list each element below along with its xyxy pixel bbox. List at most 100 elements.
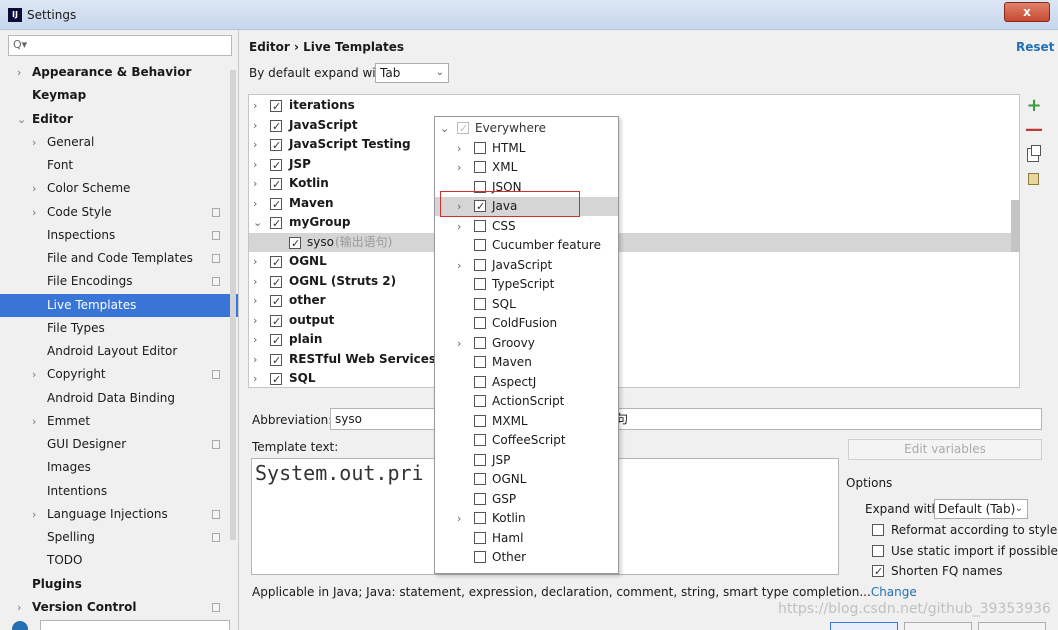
cancel-button[interactable] bbox=[904, 622, 972, 630]
context-option[interactable]: CoffeeScript bbox=[435, 431, 618, 450]
context-option[interactable]: GSP bbox=[435, 490, 618, 509]
template-checkbox[interactable] bbox=[270, 136, 282, 155]
template-checkbox[interactable] bbox=[270, 195, 282, 214]
expand-toggle-icon[interactable]: › bbox=[253, 350, 257, 369]
context-checkbox[interactable] bbox=[474, 531, 486, 544]
help-icon[interactable] bbox=[12, 621, 28, 630]
tree-row[interactable]: › SQL bbox=[249, 369, 1019, 389]
context-option[interactable]: MXML bbox=[435, 412, 618, 431]
tree-row[interactable]: ⌄ myGroup bbox=[249, 213, 1019, 233]
expand-toggle-icon[interactable]: ⌄ bbox=[253, 213, 262, 232]
context-checkbox[interactable] bbox=[474, 239, 486, 251]
template-checkbox[interactable] bbox=[270, 292, 282, 311]
template-checkbox[interactable] bbox=[270, 117, 282, 136]
context-checkbox[interactable] bbox=[474, 551, 486, 563]
template-checkbox[interactable] bbox=[270, 370, 282, 389]
remove-icon[interactable]: — bbox=[1024, 120, 1044, 140]
expand-toggle-icon[interactable]: › bbox=[457, 334, 461, 353]
expand-toggle-icon[interactable]: › bbox=[253, 96, 257, 115]
context-checkbox[interactable] bbox=[474, 414, 486, 427]
sidebar-item[interactable]: File and Code Templates bbox=[0, 247, 238, 270]
sidebar-item[interactable]: Intentions bbox=[0, 480, 238, 503]
change-context-link[interactable]: Change bbox=[871, 585, 917, 599]
context-checkbox[interactable] bbox=[474, 453, 486, 466]
expand-toggle-icon[interactable]: › bbox=[457, 256, 461, 275]
sidebar-item[interactable]: Live Templates bbox=[0, 293, 238, 317]
apply-button[interactable] bbox=[978, 622, 1046, 630]
context-checkbox[interactable] bbox=[474, 473, 486, 485]
context-option[interactable]: Cucumber feature bbox=[435, 236, 618, 255]
sidebar-scrollbar[interactable] bbox=[230, 70, 236, 540]
context-checkbox[interactable] bbox=[474, 336, 486, 349]
ok-button[interactable] bbox=[830, 622, 898, 630]
add-icon[interactable]: + bbox=[1024, 96, 1044, 116]
edit-icon[interactable] bbox=[1028, 173, 1039, 185]
sidebar-item[interactable]: Inspections bbox=[0, 224, 238, 247]
context-option[interactable]: › Groovy bbox=[435, 334, 618, 353]
template-checkbox[interactable] bbox=[270, 312, 282, 331]
context-option[interactable]: › CSS bbox=[435, 217, 618, 236]
template-checkbox[interactable] bbox=[270, 253, 282, 272]
context-option[interactable]: Maven bbox=[435, 353, 618, 372]
copy-icon[interactable] bbox=[1027, 145, 1041, 162]
context-option[interactable]: › HTML bbox=[435, 139, 618, 158]
expand-toggle-icon[interactable]: › bbox=[253, 155, 257, 174]
options-expand-select[interactable]: Default (Tab) ⌄ bbox=[934, 499, 1028, 519]
expand-toggle-icon[interactable]: › bbox=[253, 194, 257, 213]
edit-variables-button[interactable]: Edit variables bbox=[848, 439, 1042, 460]
context-option[interactable]: ⌄ Everywhere bbox=[435, 119, 618, 138]
settings-search-input[interactable]: Q▾ bbox=[8, 35, 232, 56]
expand-toggle-icon[interactable]: › bbox=[253, 116, 257, 135]
tree-row[interactable]: › JavaScript bbox=[249, 116, 1019, 136]
sidebar-item[interactable]: › General bbox=[0, 131, 238, 154]
context-option[interactable]: ActionScript bbox=[435, 392, 618, 411]
expand-toggle-icon[interactable]: › bbox=[253, 369, 257, 388]
context-checkbox[interactable] bbox=[474, 356, 486, 368]
context-checkbox[interactable] bbox=[474, 278, 486, 290]
sidebar-item[interactable]: › Code Style bbox=[0, 201, 238, 224]
expand-with-select[interactable]: Tab ⌄ bbox=[375, 63, 449, 83]
template-checkbox[interactable] bbox=[270, 156, 282, 175]
tree-row[interactable]: › iterations bbox=[249, 96, 1019, 116]
tree-row[interactable]: › Kotlin bbox=[249, 174, 1019, 194]
context-checkbox[interactable] bbox=[474, 219, 486, 232]
option-checkbox[interactable] bbox=[872, 562, 884, 582]
sidebar-item[interactable]: Images bbox=[0, 456, 238, 479]
tree-row[interactable]: › plain bbox=[249, 330, 1019, 350]
tree-row[interactable]: › other bbox=[249, 291, 1019, 311]
expand-toggle-icon[interactable]: › bbox=[253, 330, 257, 349]
template-checkbox[interactable] bbox=[270, 175, 282, 194]
sidebar-item[interactable]: Android Layout Editor bbox=[0, 340, 238, 363]
template-checkbox[interactable] bbox=[270, 214, 282, 233]
context-option[interactable]: › JavaScript bbox=[435, 256, 618, 275]
sidebar-item[interactable]: GUI Designer bbox=[0, 433, 238, 456]
expand-toggle-icon[interactable]: › bbox=[457, 509, 461, 528]
context-checkbox[interactable] bbox=[474, 317, 486, 329]
tree-row[interactable]: › JavaScript Testing bbox=[249, 135, 1019, 155]
context-option[interactable]: JSP bbox=[435, 451, 618, 470]
close-button[interactable]: x bbox=[1004, 2, 1050, 22]
tree-row[interactable]: › output bbox=[249, 311, 1019, 331]
context-checkbox[interactable] bbox=[474, 492, 486, 505]
context-option[interactable]: AspectJ bbox=[435, 373, 618, 392]
context-checkbox[interactable] bbox=[474, 395, 486, 407]
sidebar-item[interactable]: Plugins bbox=[0, 573, 238, 596]
sidebar-item[interactable]: Keymap bbox=[0, 84, 238, 107]
expand-toggle-icon[interactable]: › bbox=[457, 139, 461, 158]
context-checkbox[interactable] bbox=[457, 119, 469, 138]
context-checkbox[interactable] bbox=[474, 375, 486, 388]
sidebar-item[interactable]: › Language Injections bbox=[0, 503, 238, 526]
tree-row[interactable]: › RESTful Web Services bbox=[249, 350, 1019, 370]
tree-row[interactable]: › JSP bbox=[249, 155, 1019, 175]
tree-row[interactable]: › OGNL (Struts 2) bbox=[249, 272, 1019, 292]
context-option[interactable]: › XML bbox=[435, 158, 618, 177]
expand-toggle-icon[interactable]: › bbox=[253, 272, 257, 291]
expand-toggle-icon[interactable]: › bbox=[253, 252, 257, 271]
sidebar-item[interactable]: File Encodings bbox=[0, 270, 238, 293]
tree-row[interactable]: syso(输出语句) bbox=[249, 232, 1019, 253]
tree-row[interactable]: › OGNL bbox=[249, 252, 1019, 272]
template-checkbox[interactable] bbox=[289, 234, 301, 253]
sidebar-item[interactable]: ⌄ Editor bbox=[0, 108, 238, 131]
tree-scrollbar[interactable] bbox=[1011, 200, 1019, 252]
sidebar-item[interactable]: File Types bbox=[0, 317, 238, 340]
